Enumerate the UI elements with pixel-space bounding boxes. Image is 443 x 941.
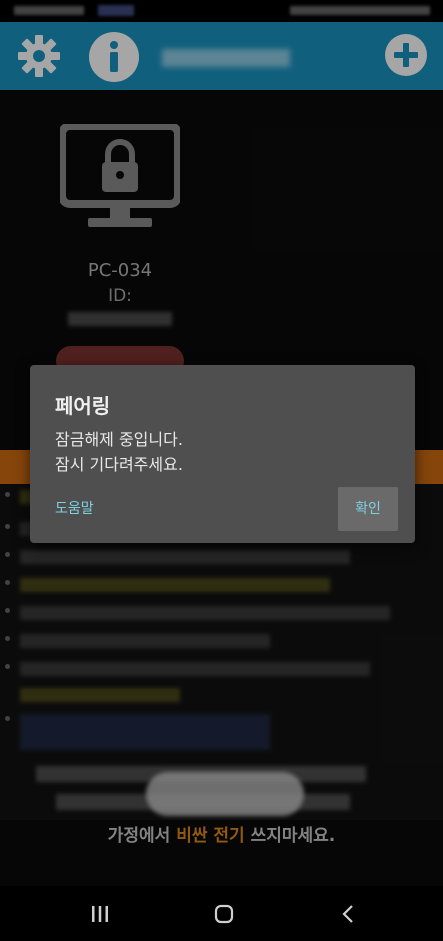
dialog-title: 페어링 [55, 394, 111, 418]
dialog-message-line: 잠시 기다려주세요. [55, 455, 183, 474]
dialog-message-line: 잠금해제 중입니다. [55, 430, 183, 449]
back-icon[interactable] [338, 902, 358, 930]
help-button[interactable]: 도움말 [55, 498, 94, 518]
pairing-dialog: 페어링 잠금해제 중입니다. 잠시 기다려주세요. 도움말 확인 [30, 365, 415, 543]
dialog-message: 잠금해제 중입니다. 잠시 기다려주세요. [55, 427, 183, 477]
recent-apps-icon[interactable] [90, 902, 110, 930]
ok-button[interactable]: 확인 [338, 487, 398, 531]
home-icon[interactable] [212, 902, 236, 930]
navigation-bar [0, 886, 443, 941]
